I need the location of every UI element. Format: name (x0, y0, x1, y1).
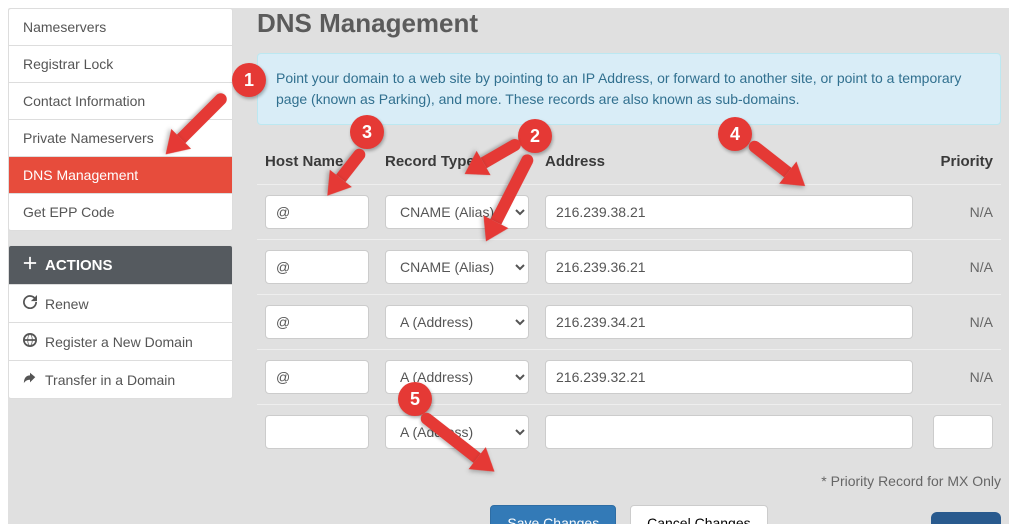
col-priority: Priority (921, 145, 1001, 185)
sidebar-item-registrar-lock[interactable]: Registrar Lock (9, 46, 232, 83)
page-title: DNS Management (257, 8, 1001, 39)
priority-input[interactable] (933, 415, 993, 449)
hostname-input[interactable] (265, 250, 369, 284)
recordtype-select[interactable]: A (Address)CNAME (Alias) (385, 415, 529, 449)
table-row: A (Address)CNAME (Alias) N/A (257, 350, 1001, 405)
sidebar-item-get-epp-code[interactable]: Get EPP Code (9, 194, 232, 230)
priority-value: N/A (921, 240, 1001, 295)
sidebar-item-nameservers[interactable]: Nameservers (9, 9, 232, 46)
actions-heading-label: ACTIONS (45, 257, 113, 274)
plus-icon (23, 256, 37, 274)
table-row: A (Address)CNAME (Alias) N/A (257, 295, 1001, 350)
action-label: Register a New Domain (45, 334, 193, 350)
hostname-input[interactable] (265, 305, 369, 339)
hostname-input[interactable] (265, 360, 369, 394)
action-transfer-in-a-domain[interactable]: Transfer in a Domain (9, 360, 232, 398)
cancel-button[interactable]: Cancel Changes (630, 505, 768, 524)
address-input[interactable] (545, 415, 913, 449)
manage-nav: NameserversRegistrar LockContact Informa… (8, 8, 233, 231)
col-recordtype: Record Type (377, 145, 537, 185)
pager-decoration (931, 512, 1001, 524)
share-icon (23, 371, 37, 388)
table-row: A (Address)CNAME (Alias) N/A (257, 240, 1001, 295)
hostname-input[interactable] (265, 415, 369, 449)
sidebar-item-dns-management[interactable]: DNS Management (9, 157, 232, 194)
actions-heading: ACTIONS (9, 246, 232, 284)
priority-note: * Priority Record for MX Only (257, 473, 1001, 489)
actions-panel: ACTIONS Renew Register a New Domain Transf… (8, 245, 233, 399)
address-input[interactable] (545, 250, 913, 284)
col-address: Address (537, 145, 921, 185)
hostname-input[interactable] (265, 195, 369, 229)
table-row: A (Address)CNAME (Alias) (257, 405, 1001, 460)
address-input[interactable] (545, 195, 913, 229)
address-input[interactable] (545, 305, 913, 339)
priority-value: N/A (921, 185, 1001, 240)
action-label: Renew (45, 296, 89, 312)
priority-value: N/A (921, 295, 1001, 350)
action-label: Transfer in a Domain (45, 372, 175, 388)
recordtype-select[interactable]: A (Address)CNAME (Alias) (385, 360, 529, 394)
col-hostname: Host Name (257, 145, 377, 185)
recordtype-select[interactable]: A (Address)CNAME (Alias) (385, 305, 529, 339)
save-button[interactable]: Save Changes (490, 505, 616, 524)
info-alert: Point your domain to a web site by point… (257, 53, 1001, 125)
action-register-a-new-domain[interactable]: Register a New Domain (9, 322, 232, 360)
recordtype-select[interactable]: A (Address)CNAME (Alias) (385, 250, 529, 284)
address-input[interactable] (545, 360, 913, 394)
table-row: A (Address)CNAME (Alias) N/A (257, 185, 1001, 240)
recordtype-select[interactable]: A (Address)CNAME (Alias) (385, 195, 529, 229)
refresh-icon (23, 295, 37, 312)
sidebar-item-private-nameservers[interactable]: Private Nameservers (9, 120, 232, 157)
priority-value: N/A (921, 350, 1001, 405)
globe-icon (23, 333, 37, 350)
dns-records-table: Host Name Record Type Address Priority A… (257, 145, 1001, 459)
action-renew[interactable]: Renew (9, 284, 232, 322)
sidebar-item-contact-information[interactable]: Contact Information (9, 83, 232, 120)
